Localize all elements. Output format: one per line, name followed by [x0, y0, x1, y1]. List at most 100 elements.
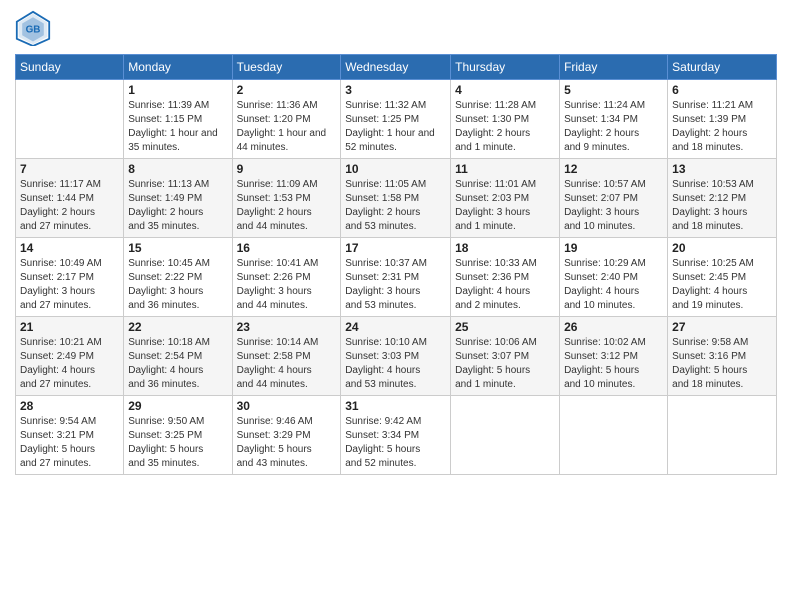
day-cell: 4Sunrise: 11:28 AM Sunset: 1:30 PM Dayli…: [451, 80, 560, 159]
day-number: 16: [237, 241, 337, 255]
header-cell-thursday: Thursday: [451, 55, 560, 80]
day-number: 1: [128, 83, 227, 97]
calendar-table: SundayMondayTuesdayWednesdayThursdayFrid…: [15, 54, 777, 475]
logo: GB: [15, 10, 57, 46]
day-cell: 7Sunrise: 11:17 AM Sunset: 1:44 PM Dayli…: [16, 159, 124, 238]
day-number: 21: [20, 320, 119, 334]
day-info: Sunrise: 10:41 AM Sunset: 2:26 PM Daylig…: [237, 257, 337, 313]
day-cell: 13 Sunrise: 10:53 AM Sunset: 2:12 PM Dayl…: [668, 159, 777, 238]
day-info: Sunrise: 10:14 AM Sunset: 2:58 PM Daylig…: [237, 336, 337, 392]
day-info: Sunrise: 11:36 AM Sunset: 1:20 PM Daylig…: [237, 99, 337, 155]
day-number: 8: [128, 162, 227, 176]
day-info: Sunrise: 11:09 AM Sunset: 1:53 PM Daylig…: [237, 178, 337, 234]
day-info: Sunrise: 9:42 AM Sunset: 3:34 PM Dayligh…: [345, 415, 446, 471]
day-cell: 14 Sunrise: 10:49 AM Sunset: 2:17 PM Dayl…: [16, 238, 124, 317]
day-info: Sunrise: 11:05 AM Sunset: 1:58 PM Daylig…: [345, 178, 446, 234]
calendar-body: 1 Sunrise: 11:39 AM Sunset: 1:15 PM Dayli…: [16, 80, 777, 475]
day-cell: 23 Sunrise: 10:14 AM Sunset: 2:58 PM Dayl…: [232, 317, 341, 396]
day-info: Sunrise: 10:45 AM Sunset: 2:22 PM Daylig…: [128, 257, 227, 313]
day-info: Sunrise: 10:25 AM Sunset: 2:45 PM Daylig…: [672, 257, 772, 313]
day-cell: [16, 80, 124, 159]
day-cell: [560, 396, 668, 475]
day-cell: 3Sunrise: 11:32 AM Sunset: 1:25 PM Dayli…: [341, 80, 451, 159]
day-cell: 29Sunrise: 9:50 AM Sunset: 3:25 PM Dayli…: [124, 396, 232, 475]
day-info: Sunrise: 10:10 AM Sunset: 3:03 PM Daylig…: [345, 336, 446, 392]
header-row: SundayMondayTuesdayWednesdayThursdayFrid…: [16, 55, 777, 80]
day-info: Sunrise: 10:06 AM Sunset: 3:07 PM Daylig…: [455, 336, 555, 392]
day-cell: 17 Sunrise: 10:37 AM Sunset: 2:31 PM Dayl…: [341, 238, 451, 317]
day-cell: 21Sunrise: 10:21 AM Sunset: 2:49 PM Dayl…: [16, 317, 124, 396]
day-number: 27: [672, 320, 772, 334]
day-info: Sunrise: 9:50 AM Sunset: 3:25 PM Dayligh…: [128, 415, 227, 471]
day-number: 12: [564, 162, 663, 176]
week-row-2: 7Sunrise: 11:17 AM Sunset: 1:44 PM Dayli…: [16, 159, 777, 238]
day-cell: 20 Sunrise: 10:25 AM Sunset: 2:45 PM Dayl…: [668, 238, 777, 317]
day-number: 19: [564, 241, 663, 255]
day-info: Sunrise: 11:24 AM Sunset: 1:34 PM Daylig…: [564, 99, 663, 155]
day-number: 14: [20, 241, 119, 255]
week-row-3: 14 Sunrise: 10:49 AM Sunset: 2:17 PM Dayl…: [16, 238, 777, 317]
day-cell: 18Sunrise: 10:33 AM Sunset: 2:36 PM Dayl…: [451, 238, 560, 317]
calendar-header: SundayMondayTuesdayWednesdayThursdayFrid…: [16, 55, 777, 80]
day-info: Sunrise: 9:46 AM Sunset: 3:29 PM Dayligh…: [237, 415, 337, 471]
day-number: 20: [672, 241, 772, 255]
day-info: Sunrise: 9:58 AM Sunset: 3:16 PM Dayligh…: [672, 336, 772, 392]
svg-text:GB: GB: [26, 25, 41, 36]
day-info: Sunrise: 9:54 AM Sunset: 3:21 PM Dayligh…: [20, 415, 119, 471]
day-number: 28: [20, 399, 119, 413]
page: GB SundayMondayTuesdayWednesdayThursdayF…: [0, 0, 792, 612]
day-info: Sunrise: 11:32 AM Sunset: 1:25 PM Daylig…: [345, 99, 446, 155]
day-info: Sunrise: 10:18 AM Sunset: 2:54 PM Daylig…: [128, 336, 227, 392]
day-info: Sunrise: 10:57 AM Sunset: 2:07 PM Daylig…: [564, 178, 663, 234]
logo-icon: GB: [15, 10, 51, 46]
day-cell: 19 Sunrise: 10:29 AM Sunset: 2:40 PM Dayl…: [560, 238, 668, 317]
day-number: 6: [672, 83, 772, 97]
day-cell: 24 Sunrise: 10:10 AM Sunset: 3:03 PM Dayl…: [341, 317, 451, 396]
day-cell: 5 Sunrise: 11:24 AM Sunset: 1:34 PM Dayli…: [560, 80, 668, 159]
week-row-4: 21Sunrise: 10:21 AM Sunset: 2:49 PM Dayl…: [16, 317, 777, 396]
day-info: Sunrise: 10:53 AM Sunset: 2:12 PM Daylig…: [672, 178, 772, 234]
day-cell: 10 Sunrise: 11:05 AM Sunset: 1:58 PM Dayl…: [341, 159, 451, 238]
day-number: 22: [128, 320, 227, 334]
day-cell: 26Sunrise: 10:02 AM Sunset: 3:12 PM Dayl…: [560, 317, 668, 396]
day-number: 25: [455, 320, 555, 334]
day-cell: [668, 396, 777, 475]
header-cell-tuesday: Tuesday: [232, 55, 341, 80]
day-number: 17: [345, 241, 446, 255]
header-cell-sunday: Sunday: [16, 55, 124, 80]
day-info: Sunrise: 11:01 AM Sunset: 2:03 PM Daylig…: [455, 178, 555, 234]
day-number: 31: [345, 399, 446, 413]
day-cell: 12 Sunrise: 10:57 AM Sunset: 2:07 PM Dayl…: [560, 159, 668, 238]
day-number: 30: [237, 399, 337, 413]
day-info: Sunrise: 11:13 AM Sunset: 1:49 PM Daylig…: [128, 178, 227, 234]
header: GB: [15, 10, 777, 46]
day-cell: 6Sunrise: 11:21 AM Sunset: 1:39 PM Dayli…: [668, 80, 777, 159]
day-info: Sunrise: 10:37 AM Sunset: 2:31 PM Daylig…: [345, 257, 446, 313]
day-number: 26: [564, 320, 663, 334]
day-info: Sunrise: 11:39 AM Sunset: 1:15 PM Daylig…: [128, 99, 227, 155]
day-number: 10: [345, 162, 446, 176]
header-cell-saturday: Saturday: [668, 55, 777, 80]
day-number: 7: [20, 162, 119, 176]
day-cell: 8 Sunrise: 11:13 AM Sunset: 1:49 PM Dayli…: [124, 159, 232, 238]
day-number: 2: [237, 83, 337, 97]
day-number: 13: [672, 162, 772, 176]
day-cell: 25 Sunrise: 10:06 AM Sunset: 3:07 PM Dayl…: [451, 317, 560, 396]
day-cell: 27 Sunrise: 9:58 AM Sunset: 3:16 PM Dayli…: [668, 317, 777, 396]
day-cell: 30 Sunrise: 9:46 AM Sunset: 3:29 PM Dayli…: [232, 396, 341, 475]
week-row-5: 28 Sunrise: 9:54 AM Sunset: 3:21 PM Dayli…: [16, 396, 777, 475]
day-cell: 16 Sunrise: 10:41 AM Sunset: 2:26 PM Dayl…: [232, 238, 341, 317]
day-cell: 15 Sunrise: 10:45 AM Sunset: 2:22 PM Dayl…: [124, 238, 232, 317]
day-number: 15: [128, 241, 227, 255]
day-number: 24: [345, 320, 446, 334]
day-info: Sunrise: 10:29 AM Sunset: 2:40 PM Daylig…: [564, 257, 663, 313]
day-cell: [451, 396, 560, 475]
day-number: 5: [564, 83, 663, 97]
header-cell-monday: Monday: [124, 55, 232, 80]
header-cell-wednesday: Wednesday: [341, 55, 451, 80]
day-number: 4: [455, 83, 555, 97]
day-cell: 28 Sunrise: 9:54 AM Sunset: 3:21 PM Dayli…: [16, 396, 124, 475]
day-number: 23: [237, 320, 337, 334]
day-cell: 2 Sunrise: 11:36 AM Sunset: 1:20 PM Dayli…: [232, 80, 341, 159]
day-info: Sunrise: 10:49 AM Sunset: 2:17 PM Daylig…: [20, 257, 119, 313]
